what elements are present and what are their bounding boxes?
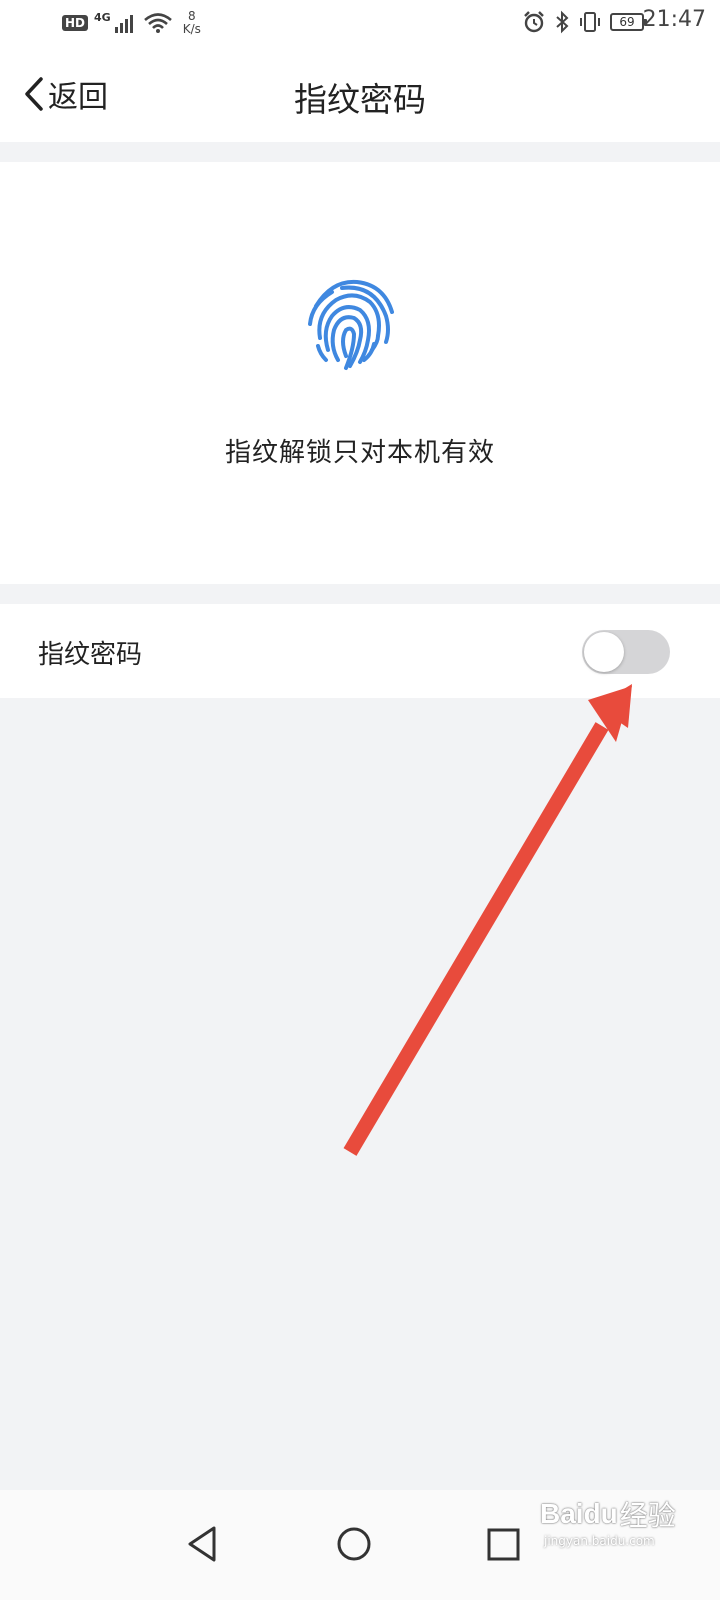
fingerprint-info-card: 指纹解锁只对本机有效	[0, 162, 720, 584]
speed-unit: K/s	[182, 22, 201, 36]
battery-icon: 69	[610, 13, 647, 31]
fingerprint-info-text: 指纹解锁只对本机有效	[224, 438, 495, 468]
status-left: HD 4G 8 K/s	[62, 10, 201, 36]
fingerprint-setting-row[interactable]: 指纹密码	[0, 604, 720, 698]
wifi-icon	[143, 13, 172, 33]
fingerprint-toggle[interactable]	[582, 630, 670, 674]
battery-level: 69	[619, 15, 635, 29]
alarm-icon	[524, 11, 544, 33]
fingerprint-setting-label: 指纹密码	[38, 640, 143, 670]
home-circle-icon[interactable]	[334, 1522, 374, 1566]
toggle-knob	[584, 632, 624, 672]
status-right: 69 21:47	[522, 7, 706, 34]
signal-icon	[114, 15, 133, 33]
vibrate-icon	[580, 12, 600, 32]
watermark-brand: Baidu	[540, 1498, 618, 1529]
status-time: 21:47	[642, 7, 706, 32]
page-title: 指纹密码	[294, 80, 426, 119]
fingerprint-icon	[308, 279, 394, 370]
watermark-url: jingyan.baidu.com	[544, 1534, 655, 1548]
watermark-suffix: 经验	[619, 1499, 676, 1532]
status-bar: HD 4G 8 K/s 69 21:47	[0, 0, 720, 48]
bluetooth-icon	[556, 10, 569, 34]
baidu-watermark: Baidu 经验 jingyan.baidu.com	[540, 1494, 710, 1566]
network-type: 4G	[94, 10, 111, 24]
recents-square-icon[interactable]	[484, 1522, 524, 1566]
back-triangle-icon[interactable]	[184, 1522, 220, 1566]
watermark-brand-row: Baidu 经验	[540, 1494, 676, 1534]
hd-badge: HD	[62, 15, 89, 31]
network-speed: 8 K/s	[183, 10, 201, 36]
app-header: 返回 指纹密码	[0, 48, 720, 142]
